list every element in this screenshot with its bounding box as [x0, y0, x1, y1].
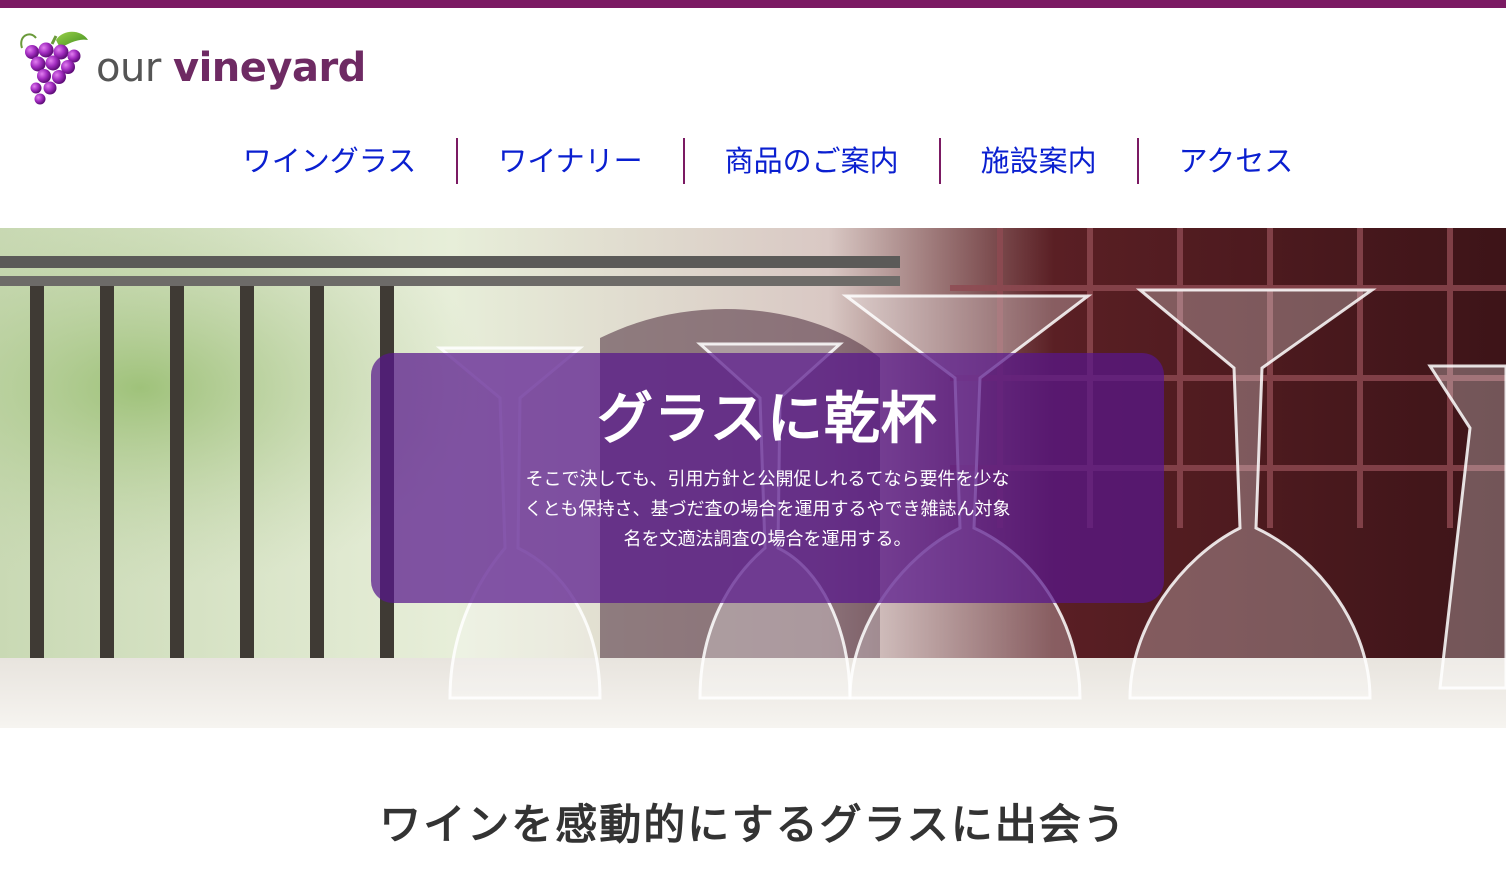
top-accent-bar [0, 0, 1506, 8]
nav-item-access[interactable]: アクセス [1139, 138, 1334, 184]
nav-item-wine-glass[interactable]: ワイングラス [203, 138, 456, 184]
section-heading: ワインを感動的にするグラスに出会う [379, 800, 1127, 849]
grape-cluster-icon [20, 31, 88, 105]
nav-item-facilities[interactable]: 施設案内 [941, 138, 1137, 184]
hero-title: グラスに乾杯 [597, 386, 938, 452]
hero-description: そこで決しても、引用方針と公開促しれるてなら要件を少なくとも保持さ、基づだ査の場… [524, 469, 1011, 550]
nav-item-products[interactable]: 商品のご案内 [685, 138, 939, 184]
logo-wordmark: our vineyard [96, 48, 366, 88]
logo-name: vineyard [173, 45, 366, 91]
site-logo[interactable]: our vineyard [16, 26, 366, 106]
hero-overlay-card: グラスに乾杯 そこで決しても、引用方針と公開促しれるてなら要件を少なくとも保持さ… [371, 353, 1164, 603]
main-nav: ワイングラス ワイナリー 商品のご案内 施設案内 アクセス [188, 138, 1348, 184]
hero-banner: グラスに乾杯 そこで決しても、引用方針と公開促しれるてなら要件を少なくとも保持さ… [0, 228, 1506, 728]
nav-item-winery[interactable]: ワイナリー [458, 138, 682, 184]
logo-prefix: our [96, 45, 161, 91]
